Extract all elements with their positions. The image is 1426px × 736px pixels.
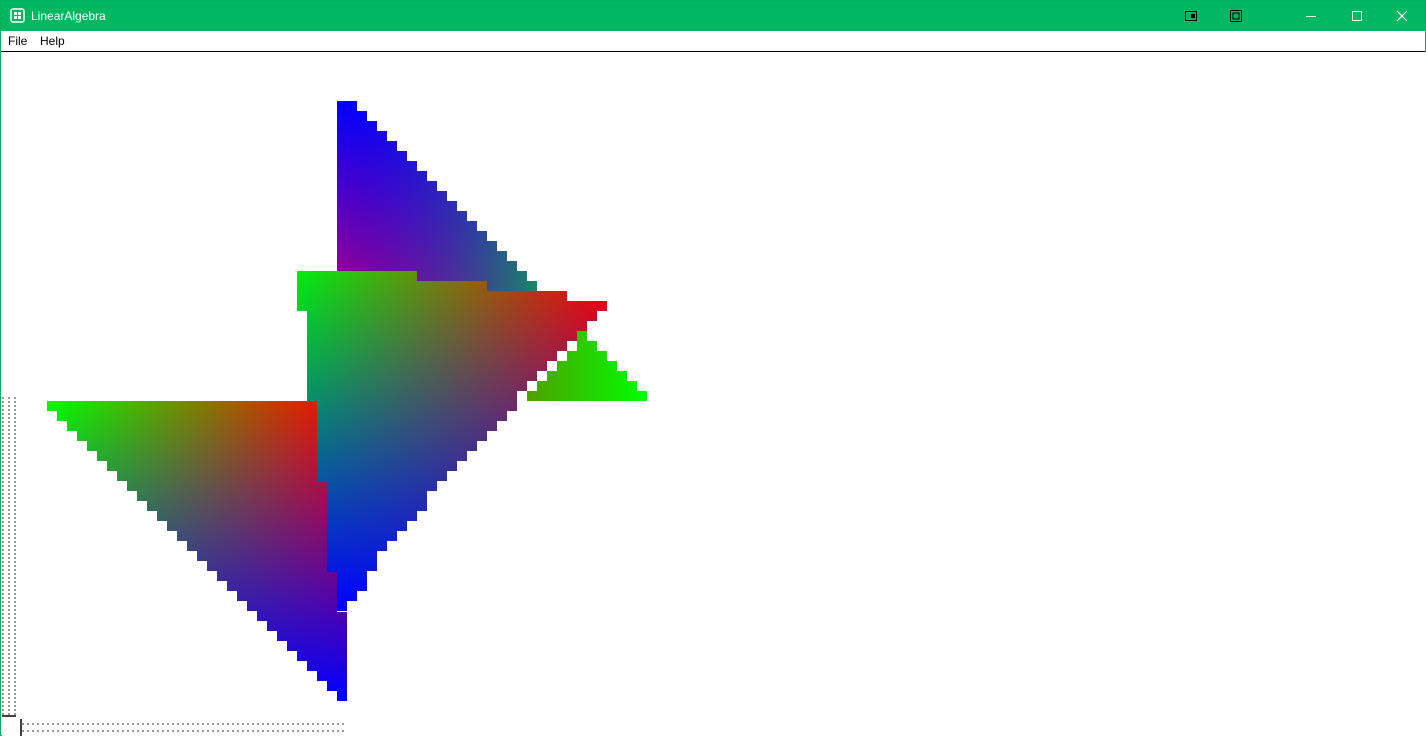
snap-icon <box>1185 11 1197 21</box>
title-bar[interactable]: LinearAlgebra <box>1 1 1425 31</box>
triangle-top <box>337 101 537 291</box>
triangle-left <box>47 401 347 701</box>
snap-layout-button[interactable] <box>1177 1 1205 31</box>
app-window: LinearAlgebra File Help <box>0 0 1426 736</box>
grid-artifact-left <box>2 397 16 717</box>
compact-button[interactable] <box>1222 1 1250 31</box>
minimize-icon <box>1306 16 1316 17</box>
triangle-center <box>297 271 607 611</box>
rasterized-triangles <box>2 101 647 736</box>
minimize-button[interactable] <box>1288 1 1334 31</box>
app-icon <box>10 8 25 23</box>
grid-artifact-bottom <box>22 723 344 732</box>
menu-bar: File Help <box>1 31 1425 52</box>
menu-help[interactable]: Help <box>40 34 65 48</box>
close-icon <box>1396 10 1408 22</box>
maximize-icon <box>1352 11 1362 21</box>
maximize-button[interactable] <box>1334 1 1380 31</box>
window-title: LinearAlgebra <box>31 9 106 23</box>
menu-file[interactable]: File <box>8 34 27 48</box>
close-button[interactable] <box>1379 1 1425 31</box>
render-canvas[interactable] <box>2 52 1426 736</box>
compact-icon <box>1230 10 1242 22</box>
